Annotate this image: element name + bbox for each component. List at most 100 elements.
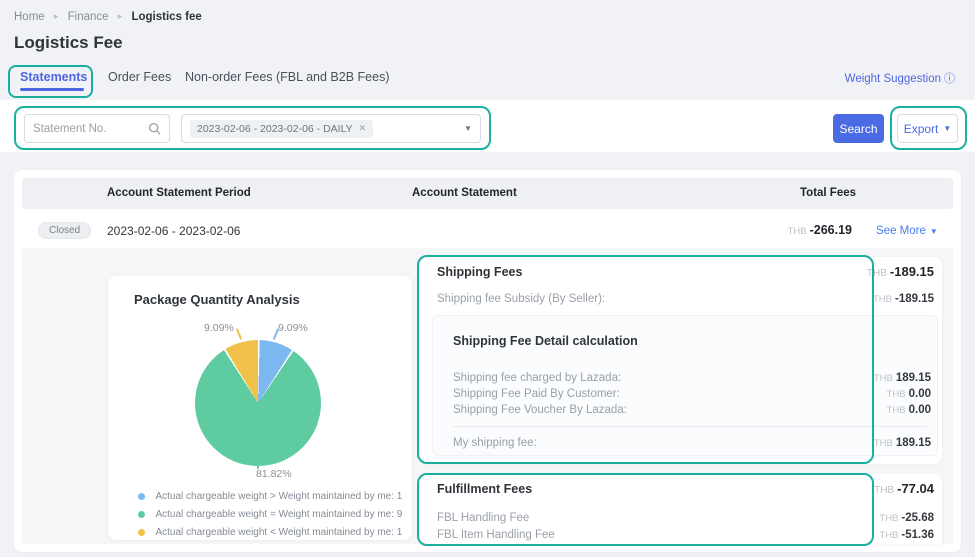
pie-label-gt: 9.09% [278,322,308,334]
total-fees-value: THB -266.19 [694,223,852,237]
statements-table-card: Account Statement Period Account Stateme… [14,170,961,552]
currency-label: THB [872,294,892,305]
chevron-right-icon: ▸ [53,11,59,21]
table-header-row: Account Statement Period Account Stateme… [22,178,953,209]
currency-label: THB [866,268,887,279]
column-header-period: Account Statement Period [107,187,251,199]
pie-leader-line [235,328,243,340]
pie-leader-line [272,328,280,340]
legend-item: Actual chargeable weight > Weight mainta… [138,487,402,505]
tab-order-fees[interactable]: Order Fees [108,70,171,84]
fbl-handling-amount: -25.68 [901,512,934,524]
detail-row-value: THB 189.15 [811,372,931,384]
filter-bar: Statement No. 2023-02-06 - 2023-02-06 - … [0,100,975,152]
search-icon [148,122,161,135]
detail-row-label: Shipping Fee Voucher By Lazada: [453,404,627,416]
active-tab-underline [20,88,84,91]
detail-row-label: Shipping fee charged by Lazada: [453,372,622,384]
date-range-select[interactable]: 2023-02-06 - 2023-02-06 - DAILY ✕ ▼ [181,114,481,143]
breadcrumb-item-current: Logistics fee [131,11,202,23]
my-shipping-fee-label: My shipping fee: [453,437,537,449]
chevron-right-icon: ▸ [117,11,123,21]
detail-amount: 0.00 [908,404,931,416]
export-button-label: Export [903,121,939,136]
breadcrumb-item-home[interactable]: Home [14,11,45,23]
date-range-tag-label: 2023-02-06 - 2023-02-06 - DAILY [197,122,353,135]
currency-label: THB [873,438,893,449]
shipping-fees-panel: Shipping Fees THB -189.15 Shipping fee S… [420,257,942,464]
see-more-label: See More [876,225,926,237]
currency-label: THB [787,226,807,237]
pie-chart [195,340,321,466]
fbl-item-handling-fee-label: FBL Item Handling Fee [437,529,555,541]
logistics-fee-page: Home ▸ Finance ▸ Logistics fee Logistics… [0,0,975,557]
chevron-down-icon: ▼ [464,124,472,133]
column-header-statement: Account Statement [412,187,517,199]
see-more-button[interactable]: See More ▼ [876,225,938,237]
currency-label: THB [873,373,893,384]
chevron-down-icon: ▼ [943,124,952,133]
fulfillment-fees-panel: Fulfillment Fees THB -77.04 FBL Handling… [420,474,942,544]
page-title: Logistics Fee [14,33,123,52]
legend-label: Actual chargeable weight = Weight mainta… [155,509,403,520]
fbl-handling-fee-value: THB -25.68 [814,512,934,524]
search-button[interactable]: Search [833,114,884,143]
shipping-total-amount: -189.15 [889,264,934,279]
fbl-handling-fee-label: FBL Handling Fee [437,512,530,524]
legend-item: Actual chargeable weight < Weight mainta… [138,523,402,541]
shipping-detail-title: Shipping Fee Detail calculation [453,334,638,348]
detail-row-value: THB 0.00 [811,404,931,416]
chart-title: Package Quantity Analysis [134,292,300,307]
statement-no-placeholder: Statement No. [33,122,107,135]
detail-amount: 189.15 [895,372,931,384]
pie-label-eq: 81.82% [256,468,292,480]
subsidy-value: THB -189.15 [814,293,934,305]
status-badge: Closed [38,222,92,239]
currency-label: THB [874,485,895,496]
shipping-fees-total: THB -189.15 [814,264,934,279]
detail-row-value: THB 0.00 [811,388,931,400]
fbl-item-handling-fee-value: THB -51.36 [814,529,934,541]
column-header-total-fees: Total Fees [800,187,857,199]
breadcrumb: Home ▸ Finance ▸ Logistics fee [14,11,202,23]
weight-suggestion-label: Weight Suggestion [844,73,941,85]
currency-label: THB [886,405,906,416]
currency-label: THB [879,513,899,524]
chevron-down-icon: ▼ [929,227,938,236]
legend-dot [138,511,145,518]
legend-item: Actual chargeable weight = Weight mainta… [138,505,402,523]
legend-label: Actual chargeable weight > Weight mainta… [155,491,403,502]
divider [453,426,927,427]
subsidy-amount: -189.15 [894,293,934,305]
subsidy-label: Shipping fee Subsidy (By Seller): [437,293,606,305]
my-shipping-fee-value: THB 189.15 [811,437,931,449]
fbl-item-handling-amount: -51.36 [901,529,934,541]
breadcrumb-item-finance[interactable]: Finance [68,11,109,23]
statement-no-input[interactable]: Statement No. [24,114,170,143]
fulfillment-fees-title: Fulfillment Fees [437,482,533,496]
shipping-detail-card: Shipping Fee Detail calculation Shipping… [432,315,938,456]
pie-label-lt: 9.09% [204,322,234,334]
fulfillment-fees-total: THB -77.04 [814,481,934,496]
weight-suggestion-link[interactable]: Weight Suggestion ⓘ [845,70,955,86]
tab-statements[interactable]: Statements [20,70,87,84]
legend-dot [138,529,145,536]
detail-amount: 0.00 [908,388,931,400]
info-icon: ⓘ [944,73,955,85]
remove-tag-icon[interactable]: ✕ [359,123,367,134]
detail-row-label: Shipping Fee Paid By Customer: [453,388,620,400]
statement-detail-area: Package Quantity Analysis 9.09% 9.09% 81… [22,248,953,544]
currency-label: THB [886,389,906,400]
export-button[interactable]: Export ▼ [897,114,958,143]
legend-dot [138,493,145,500]
my-shipping-fee-amount: 189.15 [895,437,931,449]
date-range-tag: 2023-02-06 - 2023-02-06 - DAILY ✕ [190,119,374,138]
legend-label: Actual chargeable weight < Weight mainta… [155,527,403,538]
fulfillment-total-amount: -77.04 [897,481,934,496]
package-quantity-card: Package Quantity Analysis 9.09% 9.09% 81… [108,276,412,540]
statement-period: 2023-02-06 - 2023-02-06 [107,224,241,238]
shipping-fees-title: Shipping Fees [437,265,523,279]
total-amount: -266.19 [809,223,852,237]
currency-label: THB [879,530,899,541]
tab-non-order-fees[interactable]: Non-order Fees (FBL and B2B Fees) [185,70,390,84]
